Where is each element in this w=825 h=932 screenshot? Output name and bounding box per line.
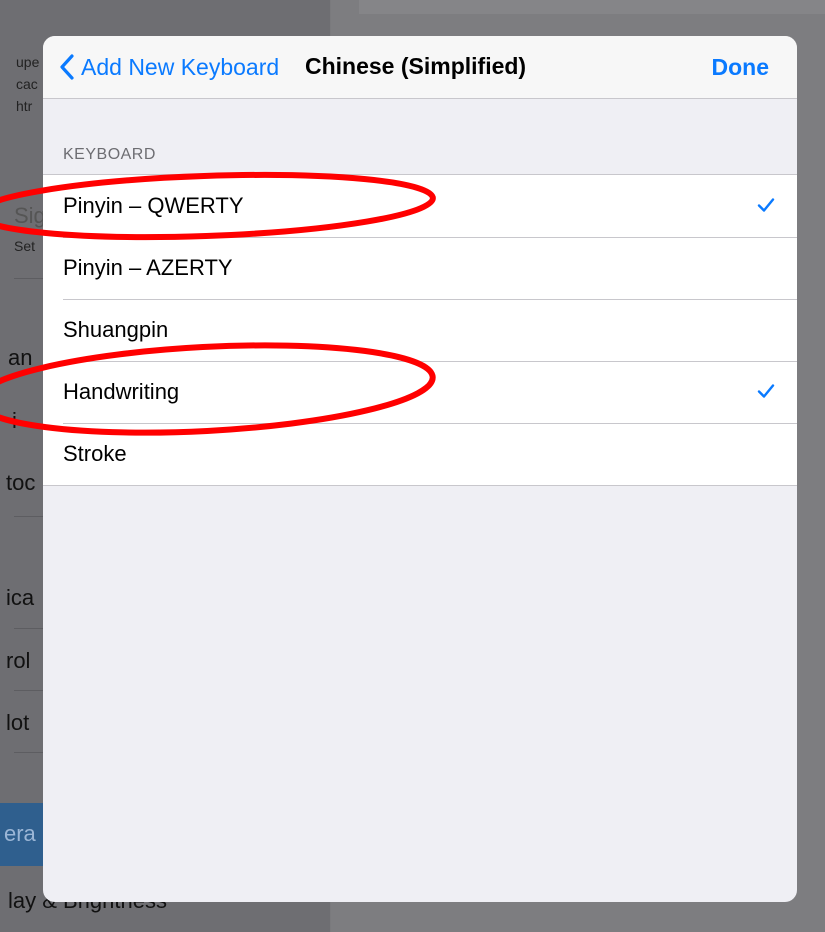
- keyboard-row-label: Handwriting: [63, 379, 180, 404]
- keyboard-list: Pinyin – QWERTY Pinyin – AZERTY Shuangpi…: [43, 174, 797, 486]
- bg-fragment: an: [8, 345, 33, 370]
- bg-fragment: era: [4, 821, 36, 846]
- checkmark-icon: [757, 384, 775, 398]
- bg-fragment: cac: [16, 76, 38, 92]
- done-button[interactable]: Done: [712, 54, 770, 81]
- keyboard-row-label: Pinyin – AZERTY: [63, 255, 233, 280]
- bg-fragment: upe: [16, 54, 40, 70]
- keyboard-row-stroke[interactable]: Stroke: [43, 423, 797, 485]
- checkmark-icon: [757, 198, 775, 212]
- back-button-label: Add New Keyboard: [81, 53, 280, 80]
- navigation-bar: Add New Keyboard Chinese (Simplified) Do…: [43, 36, 797, 99]
- bg-fragment: lot: [6, 710, 30, 735]
- bg-fragment: i: [12, 408, 17, 433]
- keyboard-row-label: Pinyin – QWERTY: [63, 193, 244, 218]
- keyboard-row-shuangpin[interactable]: Shuangpin: [43, 299, 797, 361]
- bg-fragment: ica: [6, 585, 35, 610]
- keyboard-row-label: Stroke: [63, 441, 127, 466]
- keyboard-row-pinyin-azerty[interactable]: Pinyin – AZERTY: [43, 237, 797, 299]
- bg-fragment: rol: [6, 648, 31, 673]
- bg-fragment: Set: [14, 238, 36, 254]
- page-title: Chinese (Simplified): [305, 53, 527, 79]
- bg-fragment: Sig: [14, 203, 46, 228]
- keyboard-row-handwriting[interactable]: Handwriting: [43, 361, 797, 423]
- keyboard-row-label: Shuangpin: [63, 317, 169, 342]
- bg-fragment: htr: [16, 98, 33, 114]
- keyboard-selection-sheet: Add New Keyboard Chinese (Simplified) Do…: [43, 36, 797, 902]
- keyboard-row-pinyin-qwerty[interactable]: Pinyin – QWERTY: [43, 175, 797, 237]
- section-header: KEYBOARD: [63, 146, 156, 163]
- chevron-left-icon: [60, 54, 74, 80]
- bg-fragment: toc: [6, 470, 36, 495]
- back-button[interactable]: Add New Keyboard: [59, 52, 279, 82]
